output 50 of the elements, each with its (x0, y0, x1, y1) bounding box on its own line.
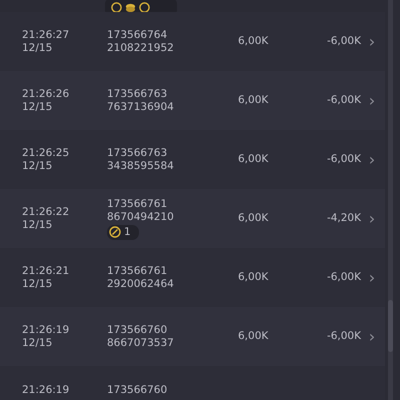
date-text: 12/15 (22, 42, 52, 54)
coins-icon (125, 2, 136, 12)
amount-text: 6,00K (237, 330, 268, 343)
chevron-icon[interactable]: › (366, 150, 378, 168)
order-id-text: 173566763 (107, 88, 168, 100)
amount-text: 6,00K (237, 153, 268, 166)
coin-icon (111, 2, 122, 12)
chevron-icon[interactable]: › (366, 32, 378, 50)
change-text: -6,00K (326, 153, 361, 166)
order-id-text: 2920062464 (107, 278, 174, 290)
change-text: -6,00K (326, 94, 361, 107)
chevron-icon[interactable]: › (366, 328, 378, 346)
chevron-icon[interactable]: › (366, 92, 378, 110)
order-id-text: 3438595584 (107, 160, 174, 172)
change-text: -6,00K (326, 330, 361, 343)
amount-text: 6,00K (237, 212, 268, 225)
amount-text: 6,00K (237, 35, 268, 48)
order-id-text: 8667073537 (107, 336, 174, 350)
order-id-text: 7637136904 (107, 100, 174, 114)
change-text: -4,20K (326, 212, 361, 225)
coin-icon (139, 2, 150, 12)
date-text: 12/15 (22, 218, 52, 232)
change-text: -6,00K (326, 271, 361, 284)
order-id-text: 173566764 (107, 28, 168, 42)
time-text: 21:26:19 (22, 324, 70, 336)
time-text: 21:26:22 (22, 206, 70, 218)
order-id-text: 8670494210 (107, 210, 174, 224)
scrollbar-thumb[interactable] (388, 300, 393, 352)
order-id-text: 173566760 (107, 324, 168, 336)
order-id-text: 173566760 (107, 384, 168, 397)
order-id-text: 173566761 (107, 198, 168, 210)
amount-text: 6,00K (237, 94, 268, 107)
chevron-icon[interactable]: › (366, 268, 378, 286)
chevron-icon[interactable]: › (366, 210, 378, 228)
time-text: 21:26:27 (22, 28, 70, 42)
date-text: 12/15 (22, 278, 52, 290)
coin-icon (109, 226, 121, 238)
order-id-text: 173566763 (107, 146, 168, 160)
bonus-badge: 1 (107, 224, 139, 240)
date-text: 12/15 (22, 160, 52, 172)
time-text: 21:26:26 (22, 88, 70, 100)
time-text: 21:26:21 (22, 264, 70, 278)
amount-text: 6,00K (237, 271, 268, 284)
date-text: 12/15 (22, 100, 52, 114)
order-id-text: 173566761 (107, 264, 168, 278)
time-text: 21:26:25 (22, 146, 70, 160)
order-id-text: 2108221952 (107, 42, 174, 54)
date-text: 12/15 (22, 336, 52, 350)
change-text: -6,00K (326, 35, 361, 48)
time-text: 21:26:19 (22, 384, 70, 397)
